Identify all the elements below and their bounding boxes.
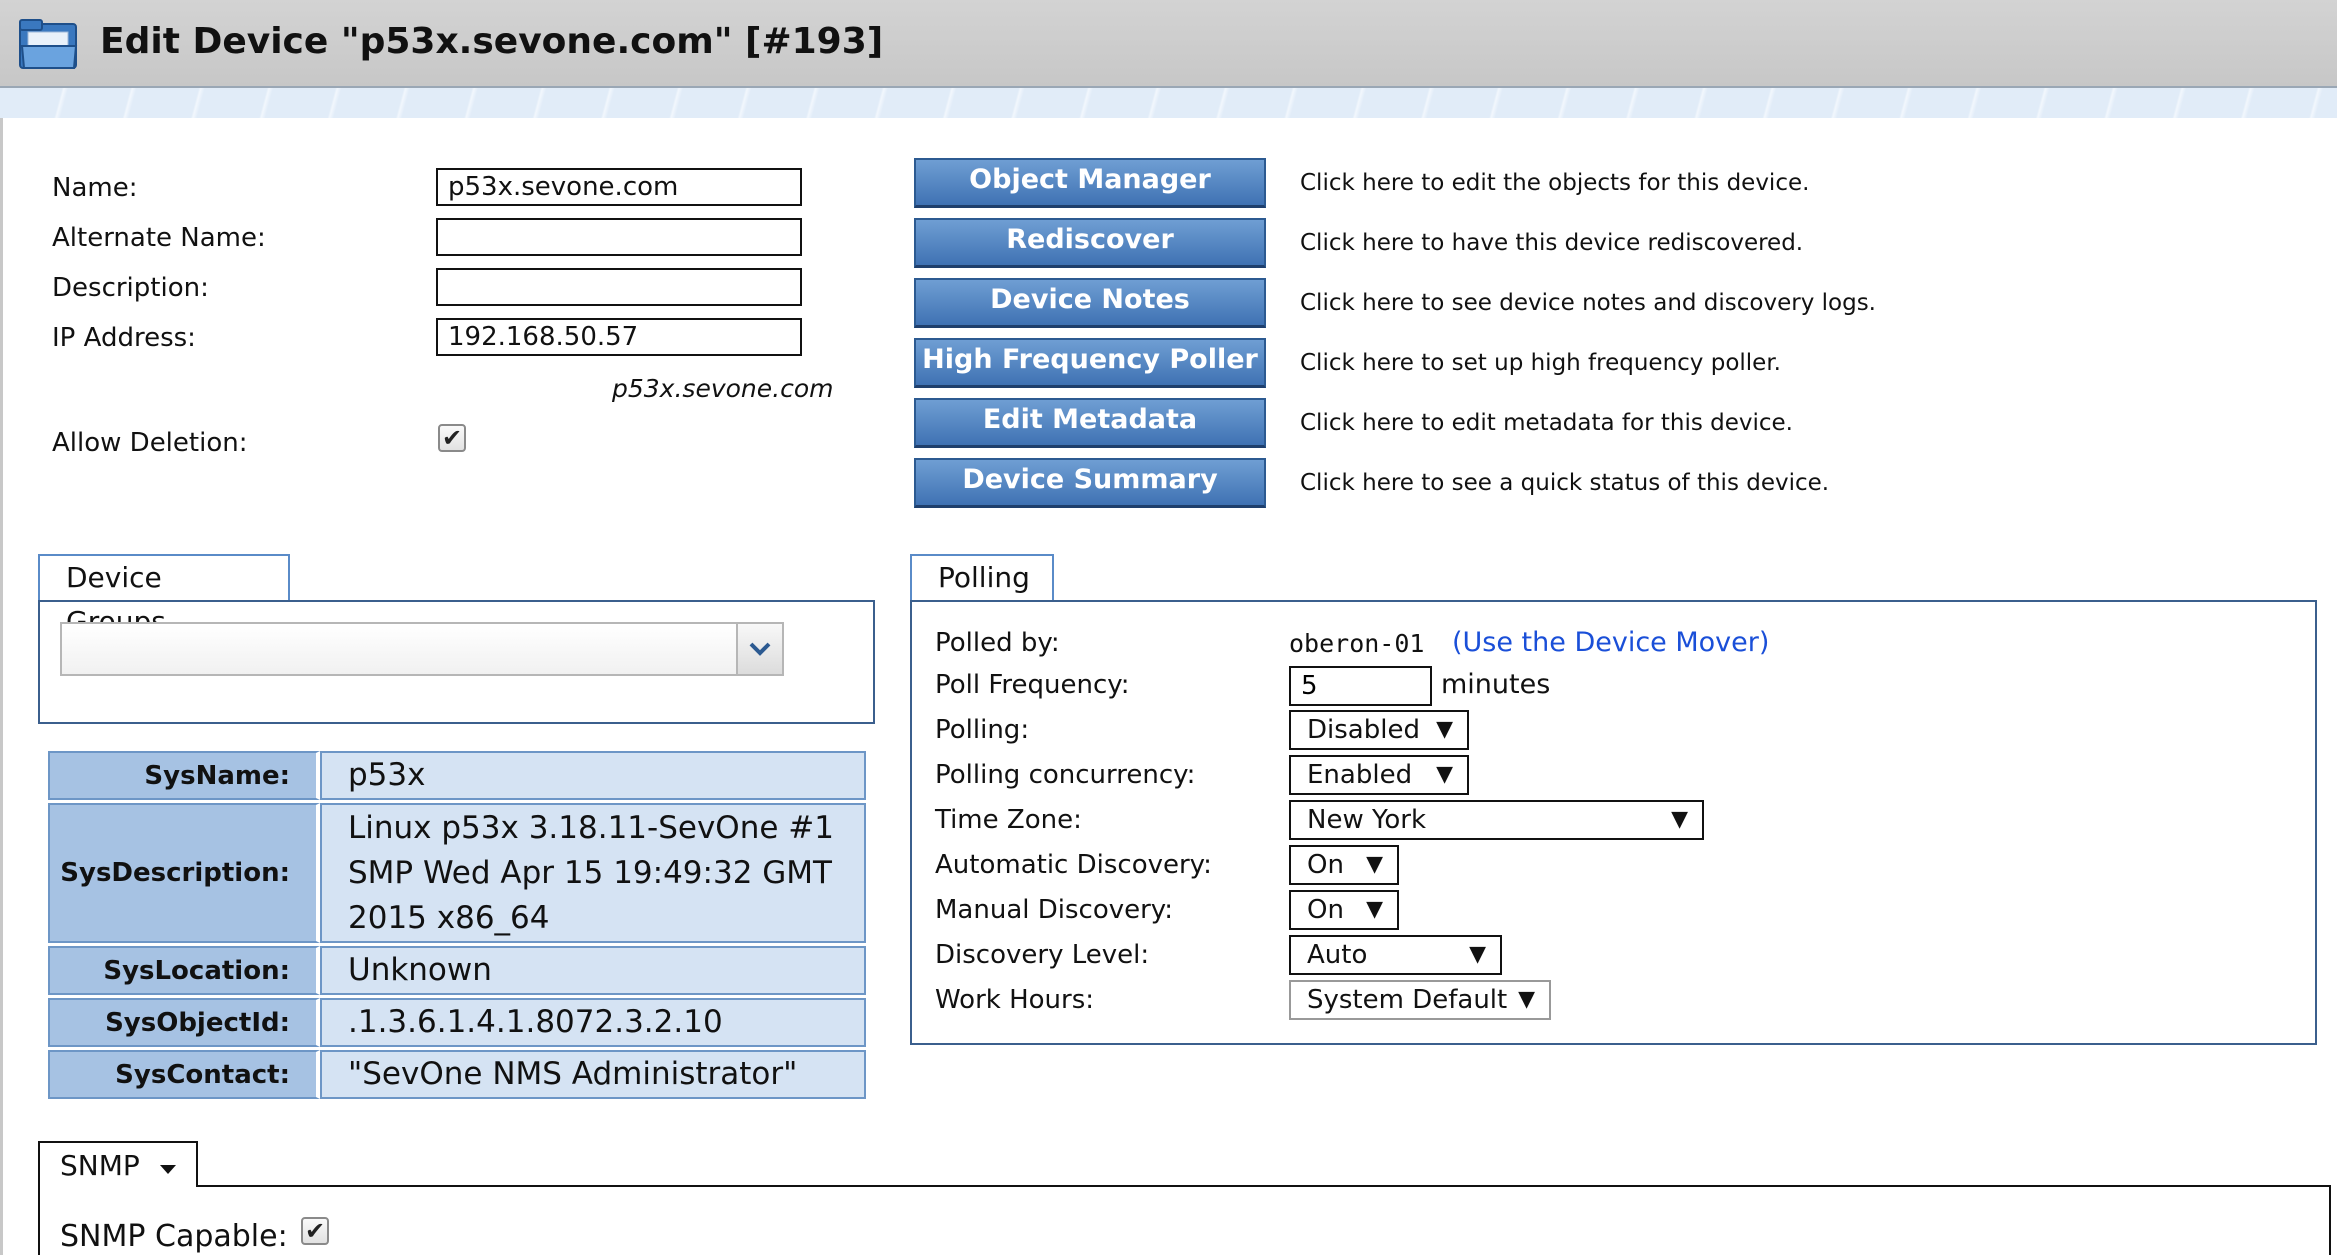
allow-deletion-checkbox[interactable]: ✔ [438,424,466,452]
sysobjectid-value: .1.3.6.1.4.1.8072.3.2.10 [320,998,866,1047]
object-manager-description: Click here to edit the objects for this … [1300,170,1810,196]
ip-address-label: IP Address: [52,323,196,353]
device-group-select[interactable] [60,622,784,676]
tab-polling[interactable]: Polling [910,554,1054,600]
work-hours-value: System Default [1307,985,1508,1015]
syslocation-value: Unknown [320,946,866,995]
table-row: SysName: p53x [48,751,866,800]
polled-by-value: oberon-01 [1289,629,1425,658]
high-frequency-poller-button[interactable]: High Frequency Poller [914,338,1266,388]
edit-metadata-button[interactable]: Edit Metadata [914,398,1266,448]
snmp-panel [38,1185,2331,1255]
left-border [0,118,3,1255]
rediscover-description: Click here to have this device rediscove… [1300,230,1804,256]
manual-discovery-select[interactable]: On ▼ [1289,890,1399,930]
device-summary-button[interactable]: Device Summary [914,458,1266,508]
table-row: SysDescription: Linux p53x 3.18.11-SevOn… [48,803,866,943]
snmp-capable-label: SNMP Capable: [60,1219,288,1254]
checkmark-icon: ✔ [304,1217,326,1245]
dropdown-arrow-icon: ▼ [1671,807,1688,832]
name-input[interactable] [436,168,802,206]
time-zone-select[interactable]: New York ▼ [1289,800,1704,840]
polling-concurrency-value: Enabled [1307,760,1413,790]
sysdescription-key: SysDescription: [48,803,320,943]
poll-frequency-unit: minutes [1441,669,1551,700]
dropdown-arrow-icon: ▼ [1436,762,1453,787]
syslocation-key: SysLocation: [48,946,320,995]
polling-concurrency-label: Polling concurrency: [935,760,1196,790]
table-row: SysContact: "SevOne NMS Administrator" [48,1050,866,1099]
system-info-table: SysName: p53x SysDescription: Linux p53x… [48,748,866,1102]
page-title: Edit Device "p53x.sevone.com" [#193] [100,21,884,62]
discovery-level-value: Auto [1307,940,1368,970]
automatic-discovery-value: On [1307,850,1344,880]
manual-discovery-value: On [1307,895,1344,925]
dropdown-arrow-icon: ▼ [1436,717,1453,742]
polling-select[interactable]: Disabled ▼ [1289,710,1469,750]
tab-snmp-label: SNMP [60,1149,140,1182]
rediscover-button[interactable]: Rediscover [914,218,1266,268]
description-input[interactable] [436,268,802,306]
dropdown-arrow-icon: ▼ [1366,852,1383,877]
table-row: SysObjectId: .1.3.6.1.4.1.8072.3.2.10 [48,998,866,1047]
table-row: SysLocation: Unknown [48,946,866,995]
snmp-capable-checkbox[interactable]: ✔ [301,1217,329,1245]
sysname-key: SysName: [48,751,320,800]
polling-select-value: Disabled [1307,715,1420,745]
caret-down-icon [159,1144,177,1190]
alternate-name-label: Alternate Name: [52,223,266,253]
tab-device-groups[interactable]: Device Groups [38,554,290,638]
checkmark-icon: ✔ [441,424,463,452]
ip-address-input[interactable] [436,318,802,356]
sysobjectid-key: SysObjectId: [48,998,320,1047]
dropdown-arrow-icon: ▼ [1518,987,1535,1012]
work-hours-label: Work Hours: [935,985,1095,1015]
folder-icon [18,18,80,72]
discovery-level-label: Discovery Level: [935,940,1150,970]
manual-discovery-label: Manual Discovery: [935,895,1174,925]
device-mover-link[interactable]: (Use the Device Mover) [1452,626,1769,660]
tab-snmp[interactable]: SNMP [38,1141,198,1187]
high-frequency-poller-description: Click here to set up high frequency poll… [1300,350,1781,376]
edit-metadata-description: Click here to edit metadata for this dev… [1300,410,1793,436]
time-zone-value: New York [1307,805,1427,835]
polling-label: Polling: [935,715,1030,745]
dropdown-arrow-icon: ▼ [1366,897,1383,922]
dropdown-arrow-icon: ▼ [1469,942,1486,967]
object-manager-button[interactable]: Object Manager [914,158,1266,208]
automatic-discovery-select[interactable]: On ▼ [1289,845,1399,885]
syscontact-key: SysContact: [48,1050,320,1099]
syscontact-value: "SevOne NMS Administrator" [320,1050,866,1099]
alternate-name-input[interactable] [436,218,802,256]
dns-name-hint: p53x.sevone.com [612,374,834,403]
device-summary-description: Click here to see a quick status of this… [1300,470,1830,496]
time-zone-label: Time Zone: [935,805,1082,835]
name-label: Name: [52,173,138,203]
sysdescription-value: Linux p53x 3.18.11-SevOne #1 SMP Wed Apr… [320,803,866,943]
poll-frequency-label: Poll Frequency: [935,670,1130,700]
sysname-value: p53x [320,751,866,800]
polled-by-label: Polled by: [935,628,1060,658]
header-strip [0,88,2337,118]
description-label: Description: [52,273,209,303]
automatic-discovery-label: Automatic Discovery: [935,850,1212,880]
chevron-down-icon[interactable] [736,624,782,674]
allow-deletion-label: Allow Deletion: [52,428,248,458]
device-notes-button[interactable]: Device Notes [914,278,1266,328]
work-hours-select[interactable]: System Default ▼ [1289,980,1551,1020]
discovery-level-select[interactable]: Auto ▼ [1289,935,1502,975]
device-notes-description: Click here to see device notes and disco… [1300,290,1876,316]
polling-concurrency-select[interactable]: Enabled ▼ [1289,755,1469,795]
poll-frequency-input[interactable] [1289,666,1432,706]
